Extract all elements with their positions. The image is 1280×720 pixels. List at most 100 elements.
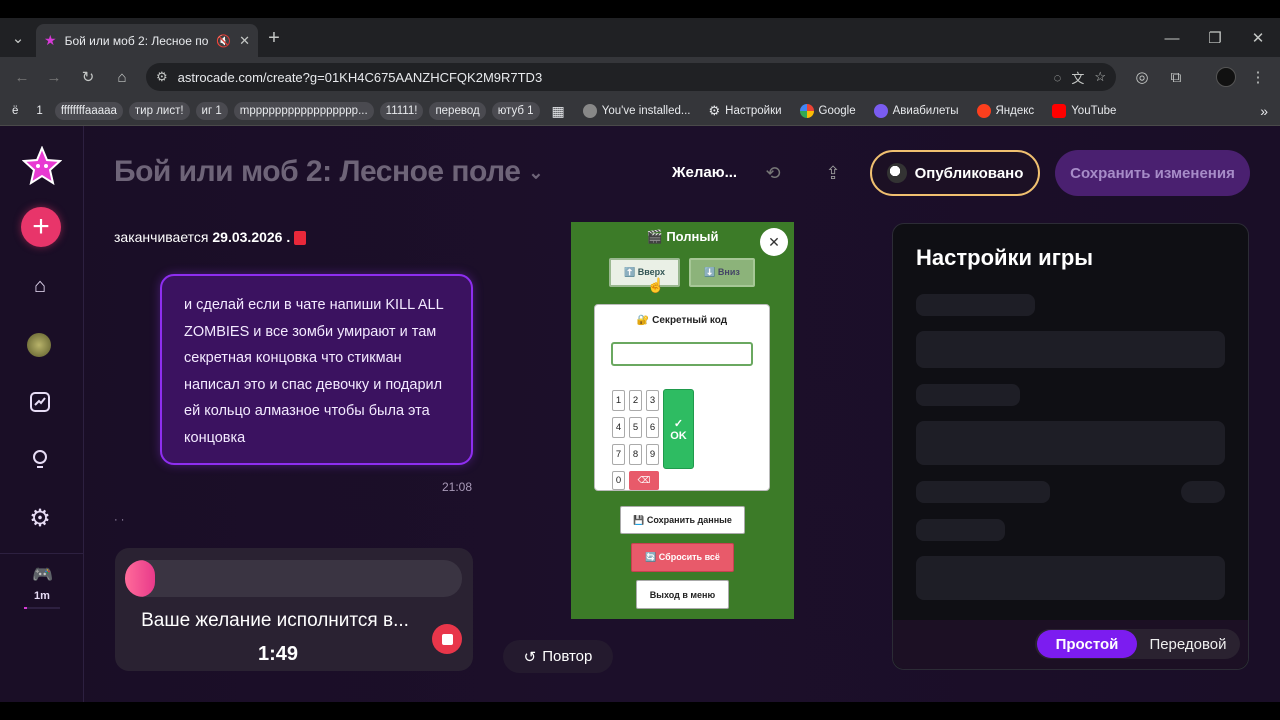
trending-nav-icon[interactable] bbox=[22, 384, 58, 420]
settings-gear-icon[interactable]: ⚙ bbox=[22, 500, 58, 536]
loading-skeleton bbox=[916, 294, 1035, 316]
save-data-button[interactable]: 💾 Сохранить данные bbox=[620, 506, 745, 534]
browser-menu-icon[interactable]: ⋮ bbox=[1248, 65, 1268, 89]
bookmark-link[interactable]: YouTube bbox=[1046, 101, 1122, 121]
wish-progress-fill bbox=[125, 560, 156, 597]
bookmark-label: Google bbox=[818, 105, 856, 117]
keypad-key[interactable]: 5 bbox=[629, 417, 642, 438]
history-icon[interactable]: ⟲ bbox=[760, 160, 786, 186]
site-info-icon[interactable]: ⚙ bbox=[156, 69, 168, 85]
plane-icon bbox=[873, 104, 888, 118]
game-up-button[interactable]: ⬆️ Вверх bbox=[609, 258, 680, 287]
replay-button[interactable]: ↺ Повтор bbox=[503, 640, 613, 673]
bookmark-link[interactable]: Яндекс bbox=[971, 101, 1041, 121]
browser-tab[interactable]: ★ Бой или моб 2: Лесное по 🔇 ✕ bbox=[36, 24, 258, 57]
new-tab-icon[interactable]: + bbox=[262, 26, 286, 50]
published-label: Опубликовано bbox=[914, 164, 1024, 182]
more-bookmarks-icon[interactable]: » bbox=[1254, 100, 1274, 122]
game-avatar-icon[interactable] bbox=[27, 333, 51, 357]
exit-menu-button[interactable]: Выход в меню bbox=[636, 580, 729, 609]
loading-skeleton bbox=[916, 519, 1005, 541]
save-changes-button[interactable]: Сохранить изменения bbox=[1055, 150, 1250, 196]
game-title[interactable]: Бой или моб 2: Лесное поле ⌄ bbox=[114, 155, 543, 189]
minimize-icon[interactable]: — bbox=[1160, 26, 1184, 50]
wish-countdown: 1:49 bbox=[257, 643, 299, 665]
restore-icon[interactable]: ❐ bbox=[1203, 26, 1227, 50]
keypad-key[interactable]: 1 bbox=[612, 390, 625, 411]
session-timer: 1m bbox=[34, 590, 50, 602]
yandex-icon bbox=[976, 104, 991, 118]
letterbox-bottom bbox=[0, 702, 1280, 720]
expiry-notice: заканчивается 29.03.2026 . bbox=[114, 229, 307, 246]
expiry-prefix: заканчивается bbox=[114, 229, 209, 245]
bookmark-link[interactable]: ⚙ Настройки bbox=[702, 100, 787, 122]
eye-off-icon[interactable]: ◌ bbox=[1054, 70, 1062, 85]
extension-glasses-icon[interactable]: ◎ bbox=[1130, 65, 1154, 89]
bookmark[interactable]: перевод bbox=[429, 102, 486, 120]
stop-button[interactable] bbox=[432, 624, 462, 654]
mode-simple-button[interactable]: Простой bbox=[1037, 630, 1137, 658]
bookmark[interactable]: ё bbox=[6, 102, 24, 120]
bookmark-label: You've installed... bbox=[601, 105, 691, 117]
secret-code-input[interactable] bbox=[611, 342, 753, 366]
keypad-key[interactable]: 9 bbox=[646, 444, 659, 465]
bookmark-label: Авиабилеты bbox=[892, 105, 959, 117]
game-close-button[interactable]: ✕ bbox=[760, 228, 788, 256]
globe-icon bbox=[582, 104, 597, 118]
profile-avatar[interactable] bbox=[1216, 67, 1236, 87]
bookmark[interactable]: тир лист! bbox=[128, 102, 190, 120]
bookmark[interactable]: 1 bbox=[30, 102, 48, 120]
bookmark[interactable]: mppppppppppppppppp... bbox=[233, 102, 374, 120]
chevron-down-icon[interactable]: ⌄ bbox=[528, 163, 543, 183]
bookmark[interactable]: ffffffffaaaaa bbox=[54, 102, 123, 120]
game-down-button[interactable]: ⬇️ Вниз bbox=[689, 258, 755, 287]
home-nav-icon[interactable]: ⌂ bbox=[22, 268, 58, 304]
keypad-key[interactable]: 0 bbox=[612, 471, 625, 490]
keypad-key[interactable]: 8 bbox=[629, 444, 642, 465]
bookmark-label: Яндекс bbox=[995, 105, 1035, 117]
share-icon[interactable]: ⇪ bbox=[820, 160, 846, 186]
home-icon[interactable]: ⌂ bbox=[110, 65, 134, 89]
address-bar[interactable]: ⚙ astrocade.com/create?g=01KH4C675AANZHC… bbox=[146, 63, 1116, 91]
mode-advanced-button[interactable]: Передовой bbox=[1140, 630, 1236, 658]
bookmark-star-icon[interactable]: ☆ bbox=[1094, 69, 1106, 85]
close-window-icon[interactable]: ✕ bbox=[1246, 26, 1270, 50]
reset-all-button[interactable]: 🔄 Сбросить всё bbox=[631, 543, 734, 572]
keypad-ok-button[interactable]: ✓ OK bbox=[663, 389, 694, 469]
bookmark-link[interactable]: You've installed... bbox=[577, 101, 697, 121]
lightbulb-nav-icon[interactable] bbox=[22, 442, 58, 478]
keypad-key[interactable]: 6 bbox=[646, 417, 659, 438]
keypad-key[interactable]: 4 bbox=[612, 417, 625, 438]
forward-icon[interactable]: → bbox=[42, 65, 66, 89]
create-plus-button[interactable]: + bbox=[21, 207, 61, 247]
loading-skeleton bbox=[916, 421, 1225, 465]
published-button[interactable]: Опубликовано bbox=[870, 150, 1040, 196]
bookmark-link[interactable]: Google bbox=[794, 101, 862, 121]
back-icon[interactable]: ← bbox=[10, 65, 34, 89]
typing-indicator: · · bbox=[114, 514, 125, 526]
bookmark[interactable]: иг 1 bbox=[195, 102, 228, 120]
reload-icon[interactable]: ↻ bbox=[76, 65, 100, 89]
extensions-puzzle-icon[interactable]: ⧉ bbox=[1164, 65, 1188, 89]
astrocade-logo-icon[interactable] bbox=[21, 145, 63, 186]
keypad-key[interactable]: 7 bbox=[612, 444, 625, 465]
globe-icon bbox=[886, 163, 907, 183]
bookmark-link[interactable]: Авиабилеты bbox=[868, 101, 965, 121]
wish-title: Ваше желание исполнится в... bbox=[141, 610, 409, 631]
timer-progress bbox=[24, 607, 60, 609]
bookmark[interactable]: 11111! bbox=[379, 102, 424, 120]
gamepad-icon[interactable]: 🎮 bbox=[32, 565, 53, 585]
mute-icon[interactable]: 🔇 bbox=[216, 34, 231, 48]
bookmark[interactable]: ютуб 1 bbox=[491, 102, 540, 120]
translate-icon[interactable]: 文 bbox=[1071, 68, 1084, 87]
apps-grid-icon[interactable]: ▦ bbox=[546, 100, 571, 123]
loading-skeleton bbox=[916, 384, 1020, 406]
astrocade-favicon-icon: ★ bbox=[44, 32, 57, 48]
ok-label: OK bbox=[670, 429, 687, 442]
tab-search-chevron-icon[interactable]: ⌄ bbox=[6, 26, 30, 50]
close-tab-icon[interactable]: ✕ bbox=[239, 33, 250, 49]
backspace-key[interactable]: ⌫ bbox=[629, 471, 659, 490]
keypad-key[interactable]: 2 bbox=[629, 390, 642, 411]
keypad-key[interactable]: 3 bbox=[646, 390, 659, 411]
wish-label[interactable]: Желаю... bbox=[672, 164, 737, 181]
